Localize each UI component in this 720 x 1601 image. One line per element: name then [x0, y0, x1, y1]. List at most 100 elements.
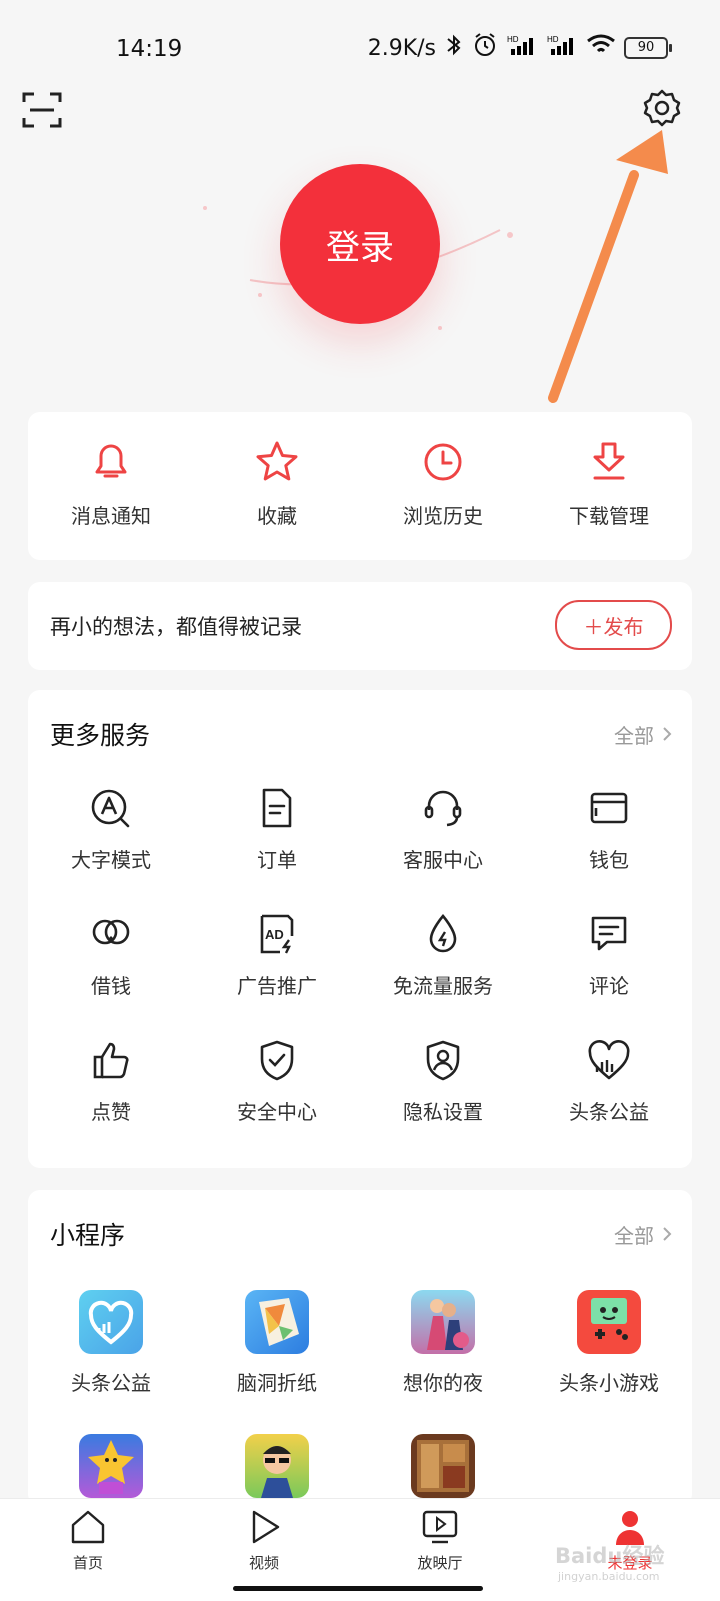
nav-home[interactable]: 首页	[28, 1507, 148, 1573]
service-loan[interactable]: 借钱	[28, 912, 194, 999]
service-orders[interactable]: 订单	[194, 786, 360, 873]
star-icon	[256, 441, 298, 481]
service-label: 广告推广	[237, 974, 317, 998]
service-label: 隐私设置	[403, 1100, 483, 1124]
chevron-right-icon	[662, 723, 672, 747]
service-ads[interactable]: AD 广告推广	[194, 912, 360, 999]
nav-label: 放映厅	[417, 1554, 463, 1572]
alarm-icon	[472, 32, 498, 64]
services-all-link[interactable]: 全部	[614, 720, 672, 749]
service-wallet[interactable]: 钱包	[526, 786, 692, 873]
service-label: 头条公益	[569, 1100, 649, 1124]
mini-program-label: 头条公益	[71, 1371, 151, 1395]
charity-app-icon	[79, 1290, 143, 1354]
quick-history[interactable]: 浏览历史	[360, 438, 526, 529]
service-charity[interactable]: 头条公益	[526, 1038, 692, 1125]
nav-video[interactable]: 视频	[204, 1507, 324, 1573]
service-label: 订单	[257, 848, 297, 872]
mini-programs-all-link[interactable]: 全部	[614, 1220, 672, 1249]
service-likes[interactable]: 点赞	[28, 1038, 194, 1125]
mini-programs-card: 小程序 全部 头条公益 脑洞折纸 想你的夜 头条小游戏	[28, 1190, 692, 1506]
wifi-icon	[586, 33, 616, 63]
login-area: 登录	[0, 150, 720, 370]
mini-program-night[interactable]: 想你的夜	[360, 1290, 526, 1396]
post-prompt-card: 再小的想法，都值得被记录 ＋发布	[28, 582, 692, 670]
service-privacy[interactable]: 隐私设置	[360, 1038, 526, 1125]
money-game-icon	[245, 1434, 309, 1498]
bell-icon	[95, 444, 127, 478]
watermark: Baidu经验	[555, 1544, 665, 1568]
quick-label: 下载管理	[569, 504, 649, 528]
service-security[interactable]: 安全中心	[194, 1038, 360, 1125]
tv-icon	[422, 1510, 458, 1544]
svg-text:AD: AD	[265, 927, 284, 942]
clock-icon	[424, 443, 462, 481]
mini-program-origami[interactable]: 脑洞折纸	[194, 1290, 360, 1396]
svg-text:HD: HD	[507, 35, 519, 44]
chevron-right-icon	[662, 1223, 672, 1247]
service-label: 钱包	[589, 848, 629, 872]
quick-label: 消息通知	[71, 504, 151, 528]
status-right: 2.9K/s HD HD 90	[367, 32, 672, 64]
quick-actions-card: 消息通知 收藏 浏览历史 下载管理	[28, 412, 692, 560]
home-indicator[interactable]	[233, 1586, 483, 1591]
bluetooth-icon	[444, 33, 464, 63]
services-title: 更多服务	[50, 721, 151, 750]
signal-hd-icon: HD	[546, 34, 578, 62]
quick-favorites[interactable]: 收藏	[194, 438, 360, 529]
headset-icon	[424, 790, 462, 827]
nav-label: 首页	[72, 1554, 103, 1572]
scan-icon[interactable]	[20, 88, 64, 132]
status-time: 14:19	[116, 36, 183, 62]
service-label: 安全中心	[237, 1100, 317, 1124]
service-label: 大字模式	[71, 848, 151, 872]
nav-label: 视频	[248, 1554, 279, 1572]
quick-notifications[interactable]: 消息通知	[28, 438, 194, 529]
service-large-text[interactable]: 大字模式	[28, 786, 194, 873]
gear-icon[interactable]	[640, 86, 684, 130]
service-label: 评论	[589, 974, 629, 998]
comment-icon	[591, 916, 627, 951]
watermark-sub: jingyan.baidu.com	[558, 1570, 660, 1583]
charity-icon	[588, 1040, 630, 1080]
service-label: 客服中心	[403, 848, 483, 872]
download-icon	[593, 442, 625, 480]
loan-icon	[92, 919, 130, 945]
mini-program-charity[interactable]: 头条公益	[28, 1290, 194, 1396]
gameboy-app-icon	[577, 1290, 641, 1354]
privacy-icon	[426, 1040, 460, 1081]
service-label: 免流量服务	[393, 974, 493, 998]
quick-label: 收藏	[257, 504, 297, 528]
mini-programs-all-label: 全部	[614, 1224, 654, 1248]
ad-icon: AD	[260, 914, 294, 954]
service-label: 点赞	[91, 1100, 131, 1124]
mini-program-label: 想你的夜	[403, 1371, 483, 1395]
shield-icon	[260, 1040, 294, 1081]
service-comments[interactable]: 评论	[526, 912, 692, 999]
battery-icon: 90	[624, 37, 672, 59]
mini-program-star-game[interactable]	[28, 1434, 194, 1498]
mini-program-wood-game[interactable]	[360, 1434, 526, 1498]
quick-downloads[interactable]: 下载管理	[526, 438, 692, 529]
mini-programs-title: 小程序	[50, 1221, 126, 1250]
publish-button[interactable]: ＋发布	[555, 600, 672, 650]
wallet-icon	[590, 792, 628, 824]
wood-game-icon	[411, 1434, 475, 1498]
mini-program-label: 头条小游戏	[559, 1371, 659, 1395]
service-label: 借钱	[91, 974, 131, 998]
play-icon	[252, 1510, 280, 1544]
signal-hd-icon: HD	[506, 34, 538, 62]
network-speed: 2.9K/s	[367, 35, 436, 61]
couple-app-icon	[411, 1290, 475, 1354]
data-free-icon	[429, 914, 457, 953]
home-icon	[71, 1510, 105, 1544]
services-card: 更多服务 全部 大字模式 订单 客服中心 钱包 借钱 AD 广告推广 免流量服务…	[28, 690, 692, 1168]
mini-program-games[interactable]: 头条小游戏	[526, 1290, 692, 1396]
login-button[interactable]: 登录	[280, 164, 440, 324]
nav-theater[interactable]: 放映厅	[380, 1507, 500, 1573]
svg-text:HD: HD	[547, 35, 559, 44]
mini-program-money-game[interactable]	[194, 1434, 360, 1498]
service-support[interactable]: 客服中心	[360, 786, 526, 873]
large-text-icon	[91, 789, 130, 828]
service-data-free[interactable]: 免流量服务	[360, 912, 526, 999]
